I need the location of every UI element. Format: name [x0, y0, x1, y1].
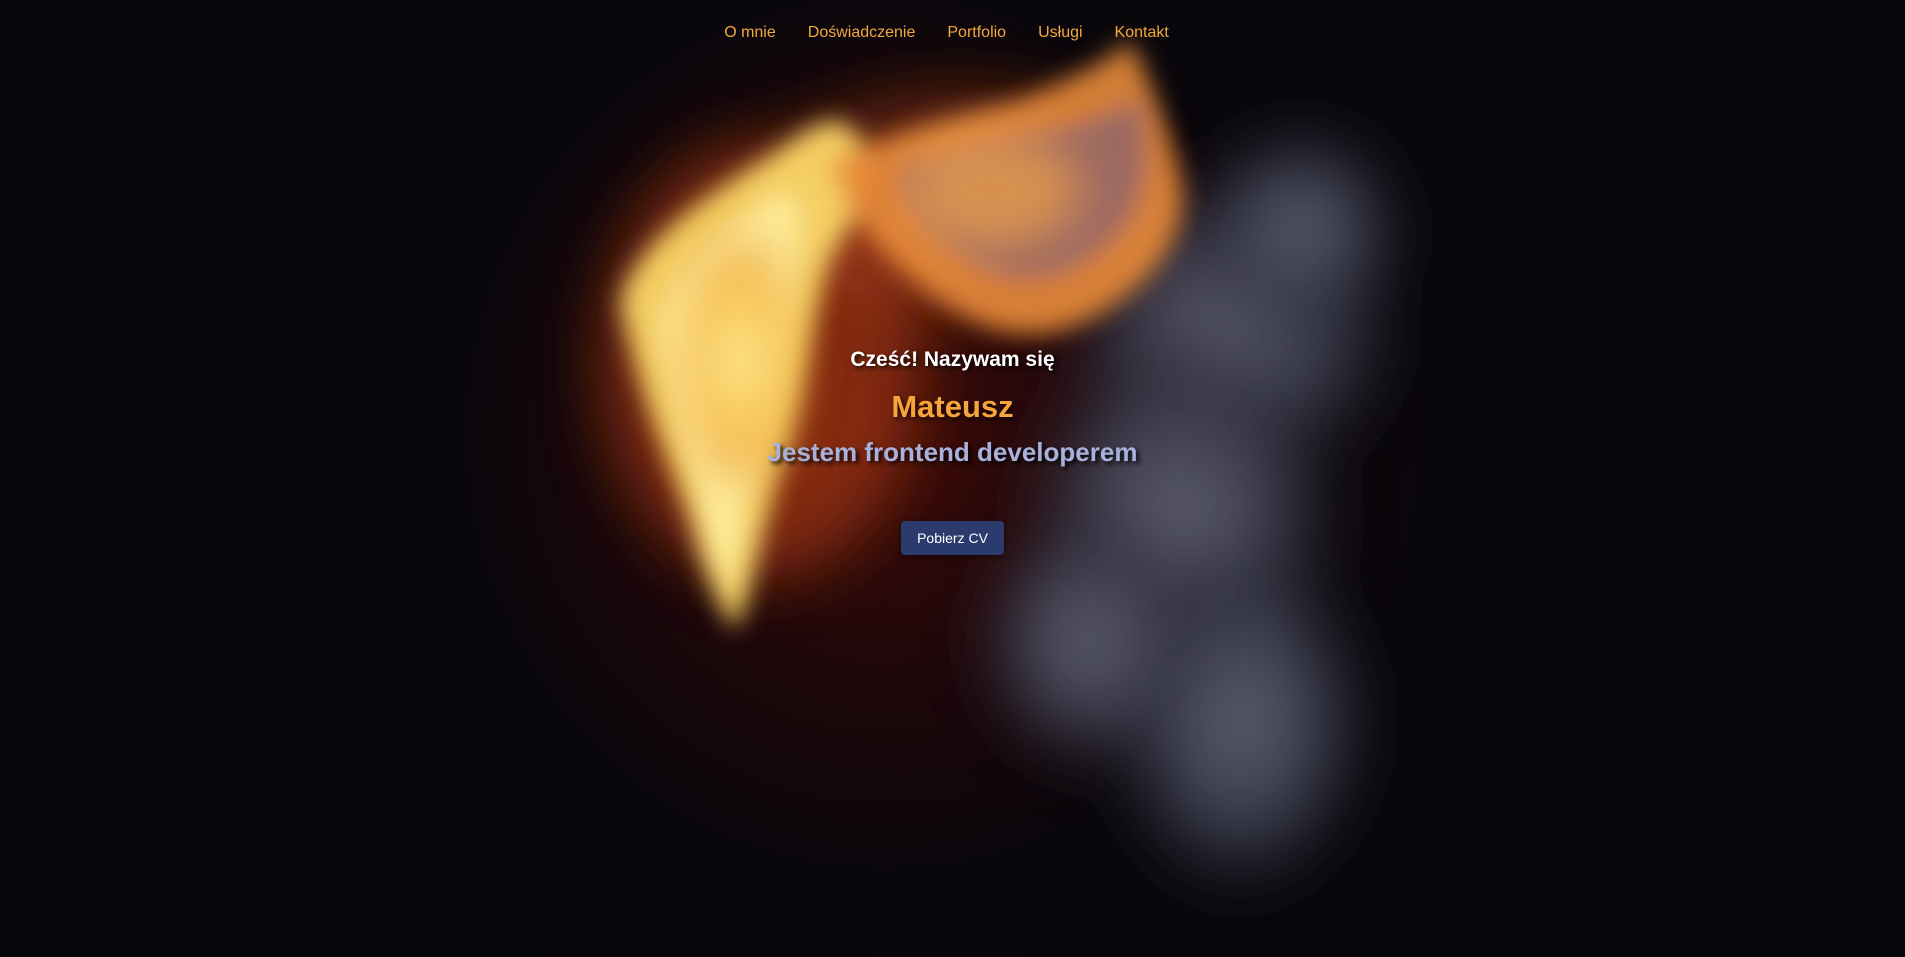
nav-link-portfolio[interactable]: Portfolio: [947, 24, 1006, 42]
hero-greeting: Cześć! Nazywam się: [850, 348, 1055, 371]
nav-link-kontakt[interactable]: Kontakt: [1115, 24, 1169, 42]
nav-link-uslugi[interactable]: Usługi: [1038, 24, 1082, 42]
nav-link-doswiadczenie[interactable]: Doświadczenie: [808, 24, 916, 42]
hero-role: Jestem frontend developerem: [767, 437, 1138, 467]
hero-section: Cześć! Nazywam się Mateusz Jestem fronte…: [0, 348, 1905, 555]
hero-name: Mateusz: [891, 389, 1014, 424]
download-cv-button[interactable]: Pobierz CV: [901, 521, 1004, 555]
hero-page: O mnie Doświadczenie Portfolio Usługi Ko…: [0, 0, 1905, 957]
nav-link-o-mnie[interactable]: O mnie: [724, 24, 776, 42]
main-nav: O mnie Doświadczenie Portfolio Usługi Ko…: [0, 24, 1899, 42]
